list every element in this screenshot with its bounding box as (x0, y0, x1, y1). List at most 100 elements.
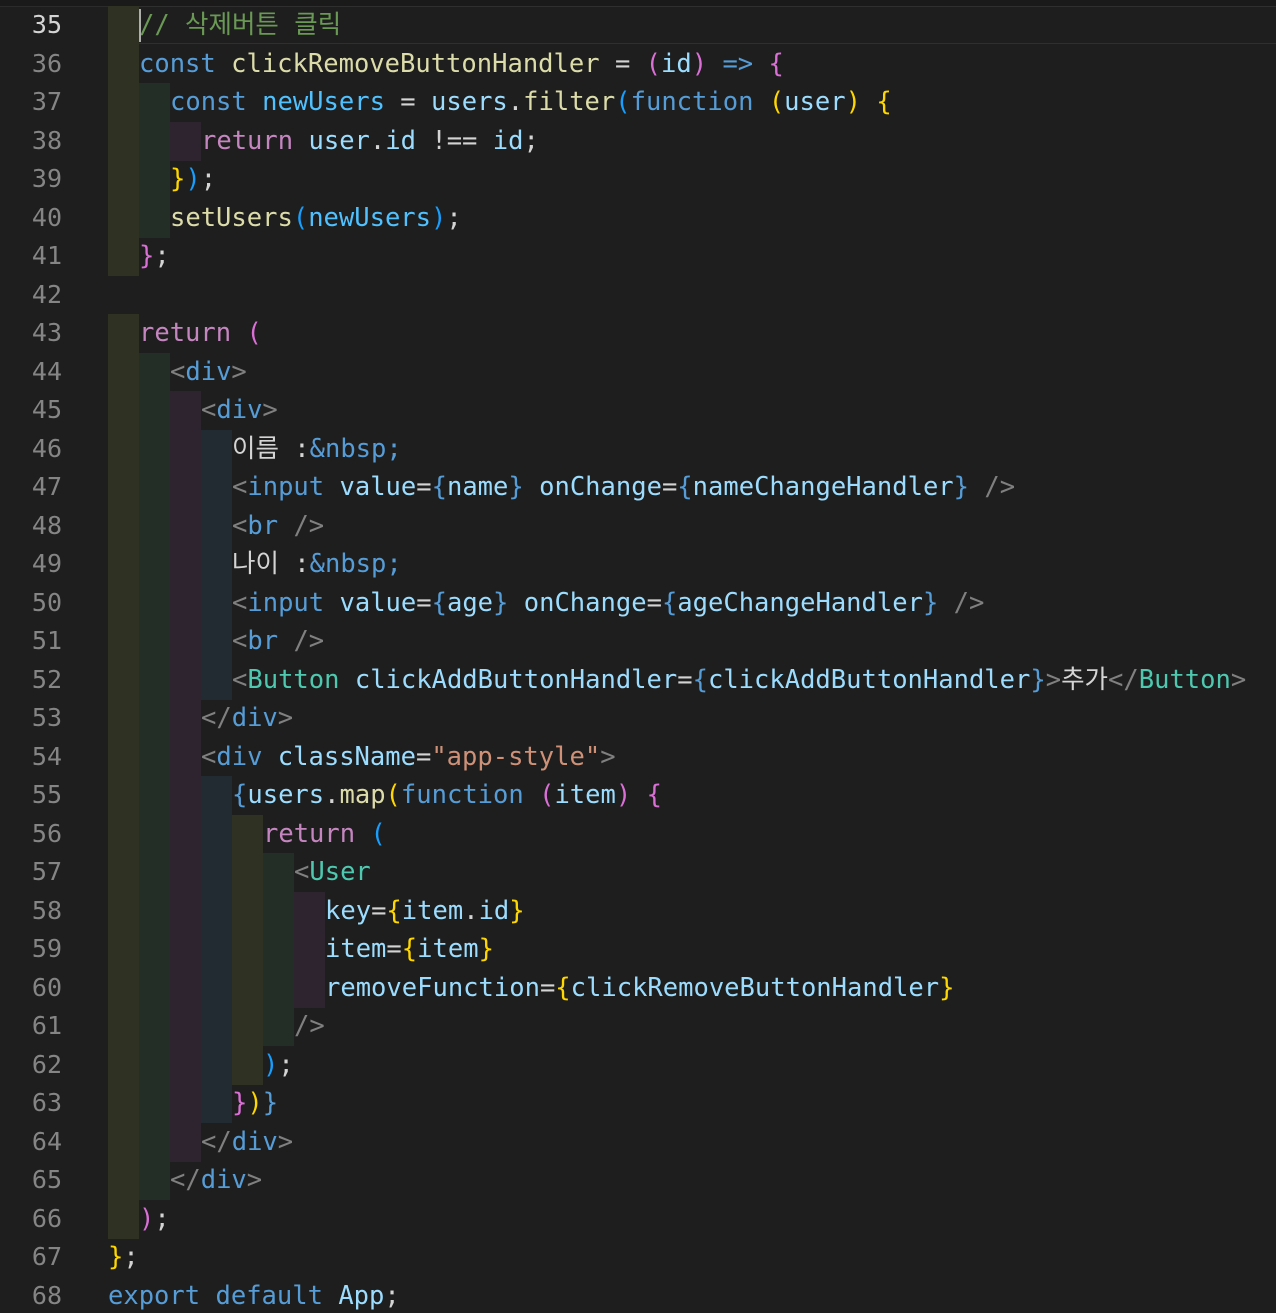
code-token: { (386, 895, 402, 926)
code-line[interactable]: item={item} (325, 930, 494, 968)
indent-guide (139, 930, 170, 969)
code-token: > (262, 395, 278, 425)
code-line[interactable]: ); (263, 1046, 294, 1084)
line-number: 55 (31, 780, 62, 809)
code-line[interactable]: removeFunction={clickRemoveButtonHandler… (325, 969, 954, 1007)
indent-guide (108, 198, 139, 238)
indent-guide (108, 1007, 139, 1046)
code-line[interactable]: <br /> (232, 622, 324, 660)
code-line[interactable]: setUsers(newUsers); (170, 199, 462, 237)
line-number: 52 (31, 664, 62, 694)
code-line[interactable]: <input value={name} onChange={nameChange… (232, 468, 1015, 506)
indent-guide (139, 160, 170, 199)
code-token: } (953, 472, 970, 502)
code-token: = (539, 972, 556, 1003)
indent-guide (170, 699, 201, 738)
code-line[interactable]: <User (294, 853, 371, 891)
indent-guide (108, 1161, 139, 1200)
code-token: ( (246, 318, 262, 348)
code-token: { (692, 664, 708, 695)
line-number-gutter: 35 36 37 38 39 40 41 42 43 44 45 46 47 48 49 50 51 52 53 54… (0, 0, 100, 1313)
line-number: 54 (31, 741, 62, 771)
code-line[interactable]: }); (170, 160, 216, 198)
code-token: map (339, 780, 386, 810)
indent-guide (108, 83, 139, 122)
code-token: users (247, 780, 325, 810)
indent-guide (139, 1045, 170, 1085)
indent-guide (232, 853, 263, 892)
indent-guide (170, 737, 201, 777)
indent-guide (108, 968, 139, 1008)
code-token: Button (247, 664, 340, 695)
code-token: div (231, 1126, 278, 1157)
indent-guide (201, 468, 232, 507)
code-token: . (324, 780, 340, 810)
code-token: ) (691, 48, 708, 79)
code-line[interactable]: 이름 :&nbsp; (232, 430, 402, 468)
code-line[interactable]: ); (139, 1200, 170, 1238)
code-line[interactable]: })} (232, 1084, 278, 1122)
code-line[interactable]: }; (139, 237, 170, 275)
code-line[interactable]: <div className="app-style"> (201, 738, 616, 776)
code-line[interactable]: const clickRemoveButtonHandler = (id) =>… (139, 45, 784, 83)
code-line[interactable]: <div> (201, 391, 278, 429)
code-line[interactable]: </div> (201, 1123, 293, 1161)
code-line[interactable]: export default App; (108, 1277, 400, 1313)
indent-guide (263, 930, 294, 969)
code-token: { (768, 48, 784, 79)
code-line[interactable]: {users.map(function (item) { (232, 776, 662, 814)
code-line[interactable]: return ( (139, 314, 262, 352)
code-line[interactable]: }; (108, 1238, 139, 1276)
code-line[interactable]: </div> (201, 699, 293, 737)
code-token: return (263, 818, 356, 849)
code-line[interactable]: // 삭제버튼 클릭 (139, 6, 341, 44)
indent-guide (201, 891, 232, 931)
code-line[interactable]: return ( (263, 815, 386, 853)
code-token: > (600, 741, 616, 772)
code-line[interactable]: return user.id !== id; (201, 122, 539, 160)
indent-guide (108, 814, 139, 854)
code-line[interactable]: const newUsers = users.filter(function (… (170, 83, 892, 121)
indent-guide (108, 660, 139, 700)
code-line[interactable]: <br /> (232, 507, 324, 545)
code-line[interactable]: 나이 :&nbsp; (232, 545, 402, 583)
code-line[interactable]: </div> (170, 1161, 262, 1199)
indent-guide (139, 1122, 170, 1162)
indent-guide (139, 583, 170, 623)
code-token: value (339, 472, 417, 502)
line-number: 62 (31, 1049, 62, 1079)
indent-guide (170, 622, 201, 661)
indent-guide (139, 1161, 170, 1200)
code-token: id (492, 125, 524, 156)
indent-guide (232, 968, 263, 1008)
indent-guide (139, 1007, 170, 1046)
line-number: 45 (31, 395, 62, 424)
indent-guide (201, 545, 232, 584)
code-line[interactable]: key={item.id} (325, 892, 525, 930)
code-line[interactable]: <Button clickAddButtonHandler={clickAddB… (232, 661, 1246, 699)
code-token: /> (293, 510, 325, 541)
code-token: < (232, 626, 248, 656)
indent-guide (170, 429, 201, 469)
indent-guide (201, 583, 232, 623)
indent-guide (232, 930, 263, 969)
code-line[interactable]: <input value={age} onChange={ageChangeHa… (232, 584, 984, 622)
code-token: ; (523, 125, 539, 156)
indent-guide (294, 891, 325, 931)
code-line[interactable]: /> (294, 1007, 325, 1045)
indent-guide (170, 1084, 201, 1123)
code-editor[interactable]: 35 36 37 38 39 40 41 42 43 44 45 46 47 48 49 50 51 52 53 54… (0, 0, 1276, 1313)
code-token: < (232, 472, 248, 502)
line-number: 38 (31, 125, 62, 155)
indent-guide (108, 44, 139, 84)
code-token: ( (370, 818, 386, 849)
code-line[interactable]: <div> (170, 353, 247, 391)
code-token: } (478, 934, 494, 964)
